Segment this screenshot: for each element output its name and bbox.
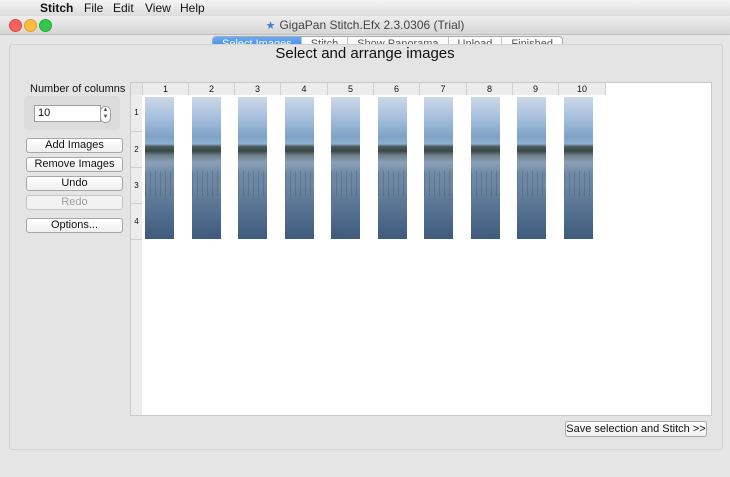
remove-images-button[interactable]: Remove Images: [26, 157, 123, 172]
strip-texture: [378, 170, 407, 197]
columns-input[interactable]: 10: [34, 105, 101, 122]
redo-button[interactable]: Redo: [26, 195, 123, 210]
stepper-down-icon[interactable]: ▼: [101, 114, 110, 121]
page-title: Select and arrange images: [275, 45, 455, 62]
row-header-4: 4: [131, 204, 142, 240]
row-header-1: 1: [131, 95, 142, 132]
strip-texture: [517, 170, 546, 197]
strip-texture: [192, 170, 221, 197]
column-header-2: 2: [189, 83, 235, 95]
strip-texture: [331, 170, 360, 197]
column-header-10: 10: [559, 83, 606, 95]
columns-label: Number of columns: [30, 83, 126, 95]
grid-corner: [131, 83, 143, 95]
image-grid[interactable]: 1 2 3 4 5 6 7 8 9 10 1 2 3 4: [130, 82, 712, 416]
image-column-2[interactable]: [192, 97, 221, 239]
add-images-button[interactable]: Add Images: [26, 138, 123, 153]
row-header-2: 2: [131, 132, 142, 168]
image-column-10[interactable]: [564, 97, 593, 239]
column-header-5: 5: [328, 83, 374, 95]
save-and-stitch-button[interactable]: Save selection and Stitch >>: [565, 421, 707, 437]
image-column-7[interactable]: [424, 97, 453, 239]
strip-texture: [145, 170, 174, 197]
row-header-3: 3: [131, 168, 142, 204]
stepper-up-icon[interactable]: ▲: [101, 107, 110, 114]
strip-texture: [285, 170, 314, 197]
column-header-6: 6: [374, 83, 420, 95]
undo-button[interactable]: Undo: [26, 176, 123, 191]
image-column-1[interactable]: [145, 97, 174, 239]
image-column-6[interactable]: [378, 97, 407, 239]
menu-edit[interactable]: Edit: [113, 1, 134, 15]
strip-texture: [564, 170, 593, 197]
column-header-1: 1: [143, 83, 189, 95]
menu-view[interactable]: View: [145, 1, 171, 15]
menu-stitch[interactable]: Stitch: [40, 1, 73, 15]
options-button[interactable]: Options...: [26, 218, 123, 233]
column-header-9: 9: [513, 83, 559, 95]
column-header-3: 3: [235, 83, 281, 95]
image-column-5[interactable]: [331, 97, 360, 239]
strip-texture: [238, 170, 267, 197]
window-title: ★ GigaPan Stitch.Efx 2.3.0306 (Trial): [0, 18, 730, 32]
title-bar: ★ GigaPan Stitch.Efx 2.3.0306 (Trial): [0, 16, 730, 35]
menu-bar: Stitch File Edit View Help: [0, 0, 730, 17]
pin-icon: ★: [265, 20, 276, 32]
image-column-4[interactable]: [285, 97, 314, 239]
menu-file[interactable]: File: [84, 1, 103, 15]
columns-stepper[interactable]: ▲ ▼: [100, 106, 111, 123]
strip-texture: [471, 170, 500, 197]
image-column-9[interactable]: [517, 97, 546, 239]
image-column-3[interactable]: [238, 97, 267, 239]
column-header-4: 4: [281, 83, 328, 95]
column-header-8: 8: [467, 83, 513, 95]
window-title-text: GigaPan Stitch.Efx 2.3.0306 (Trial): [279, 18, 465, 32]
column-header-7: 7: [420, 83, 467, 95]
menu-help[interactable]: Help: [180, 1, 205, 15]
strip-texture: [424, 170, 453, 197]
image-column-8[interactable]: [471, 97, 500, 239]
